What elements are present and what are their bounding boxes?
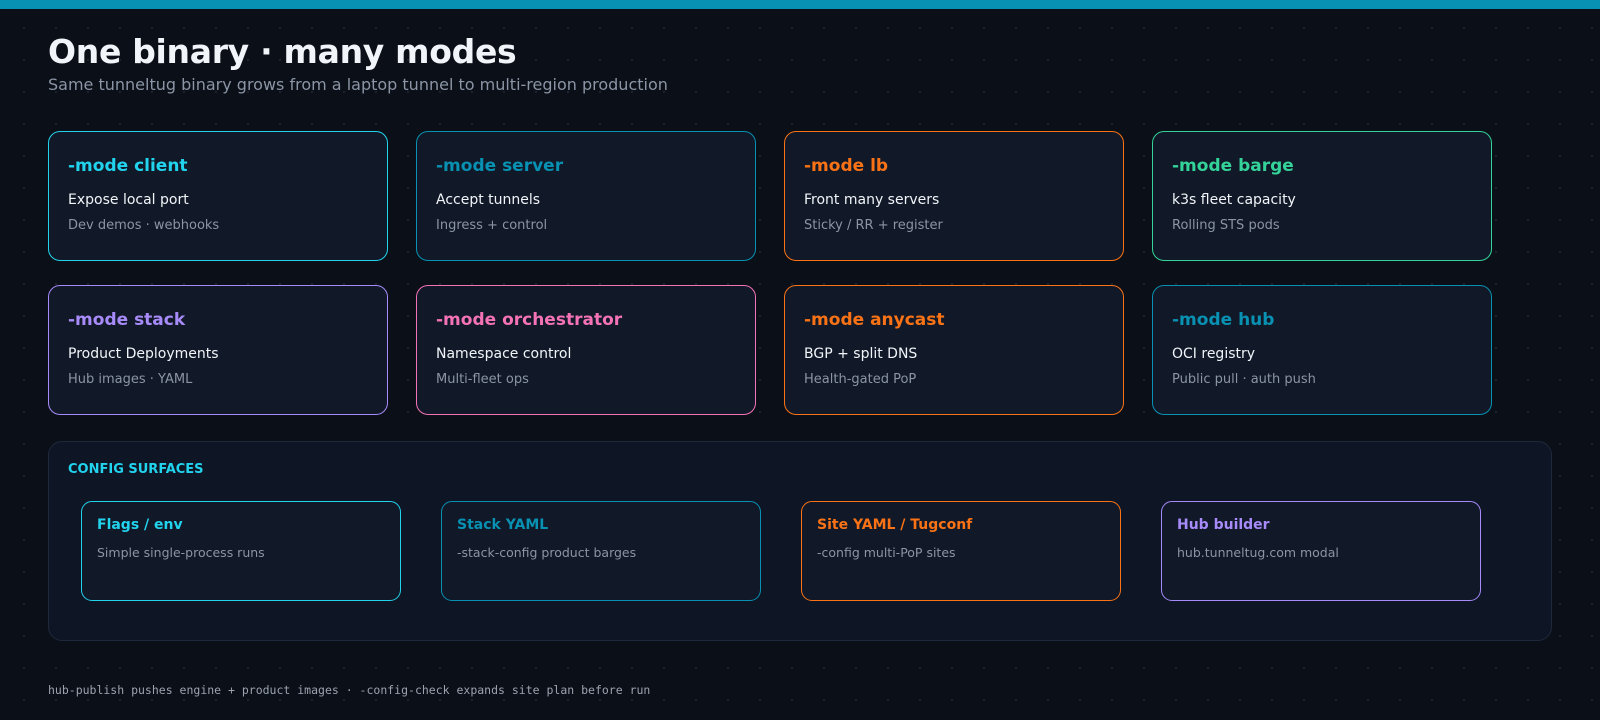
mode-card-orchestrator: -mode orchestrator Namespace control Mul… — [416, 285, 756, 415]
mode-description: OCI registry — [1172, 346, 1256, 362]
mode-description: Accept tunnels — [436, 192, 541, 208]
mode-description: Product Deployments — [68, 346, 219, 362]
mode-name: -mode orchestrator — [436, 310, 623, 330]
footer-note: hub-publish pushes engine + product imag… — [48, 683, 651, 697]
mode-card-anycast: -mode anycast BGP + split DNS Health-gat… — [784, 285, 1124, 415]
mode-card-lb: -mode lb Front many servers Sticky / RR … — [784, 131, 1124, 261]
mode-card-server: -mode server Accept tunnels Ingress + co… — [416, 131, 756, 261]
surface-card-site-yaml: Site YAML / Tugconf -config multi-PoP si… — [801, 501, 1121, 601]
mode-card-stack: -mode stack Product Deployments Hub imag… — [48, 285, 388, 415]
page-subtitle: Same tunneltug binary grows from a lapto… — [48, 75, 668, 94]
mode-note: Hub images · YAML — [68, 372, 193, 387]
mode-name: -mode client — [68, 156, 188, 176]
mode-name: -mode stack — [68, 310, 186, 330]
mode-note: Health-gated PoP — [804, 372, 917, 387]
mode-name: -mode anycast — [804, 310, 945, 330]
mode-name: -mode hub — [1172, 310, 1275, 330]
surface-card-stack-yaml: Stack YAML -stack-config product barges — [441, 501, 761, 601]
mode-name: -mode server — [436, 156, 564, 176]
mode-note: Public pull · auth push — [1172, 372, 1316, 387]
mode-note: Dev demos · webhooks — [68, 218, 220, 233]
mode-description: BGP + split DNS — [804, 346, 918, 362]
mode-note: Ingress + control — [436, 218, 548, 233]
surface-card-hub-builder: Hub builder hub.tunneltug.com modal — [1161, 501, 1481, 601]
mode-description: Front many servers — [804, 192, 940, 208]
mode-note: Rolling STS pods — [1172, 218, 1280, 233]
page-title: One binary · many modes — [48, 32, 517, 71]
mode-card-barge: -mode barge k3s fleet capacity Rolling S… — [1152, 131, 1492, 261]
mode-name: -mode lb — [804, 156, 889, 176]
surface-name: Stack YAML — [457, 517, 549, 533]
surface-name: Flags / env — [97, 517, 183, 533]
mode-description: Namespace control — [436, 346, 572, 362]
surface-description: -stack-config product barges — [457, 545, 637, 560]
config-surfaces-panel: CONFIG SURFACES Flags / env Simple singl… — [48, 441, 1552, 641]
mode-card-hub: -mode hub OCI registry Public pull · aut… — [1152, 285, 1492, 415]
mode-note: Sticky / RR + register — [804, 218, 943, 233]
mode-description: Expose local port — [68, 192, 189, 208]
surface-description: Simple single-process runs — [97, 545, 265, 560]
surface-description: hub.tunneltug.com modal — [1177, 545, 1339, 560]
surface-description: -config multi-PoP sites — [817, 545, 956, 560]
mode-card-client: -mode client Expose local port Dev demos… — [48, 131, 388, 261]
surface-name: Site YAML / Tugconf — [817, 517, 973, 533]
mode-description: k3s fleet capacity — [1172, 192, 1296, 208]
mode-note: Multi-fleet ops — [436, 372, 529, 387]
mode-name: -mode barge — [1172, 156, 1294, 176]
accent-bar — [0, 0, 1600, 9]
surface-name: Hub builder — [1177, 517, 1270, 533]
config-surfaces-heading: CONFIG SURFACES — [68, 462, 204, 477]
surface-card-flags-env: Flags / env Simple single-process runs — [81, 501, 401, 601]
